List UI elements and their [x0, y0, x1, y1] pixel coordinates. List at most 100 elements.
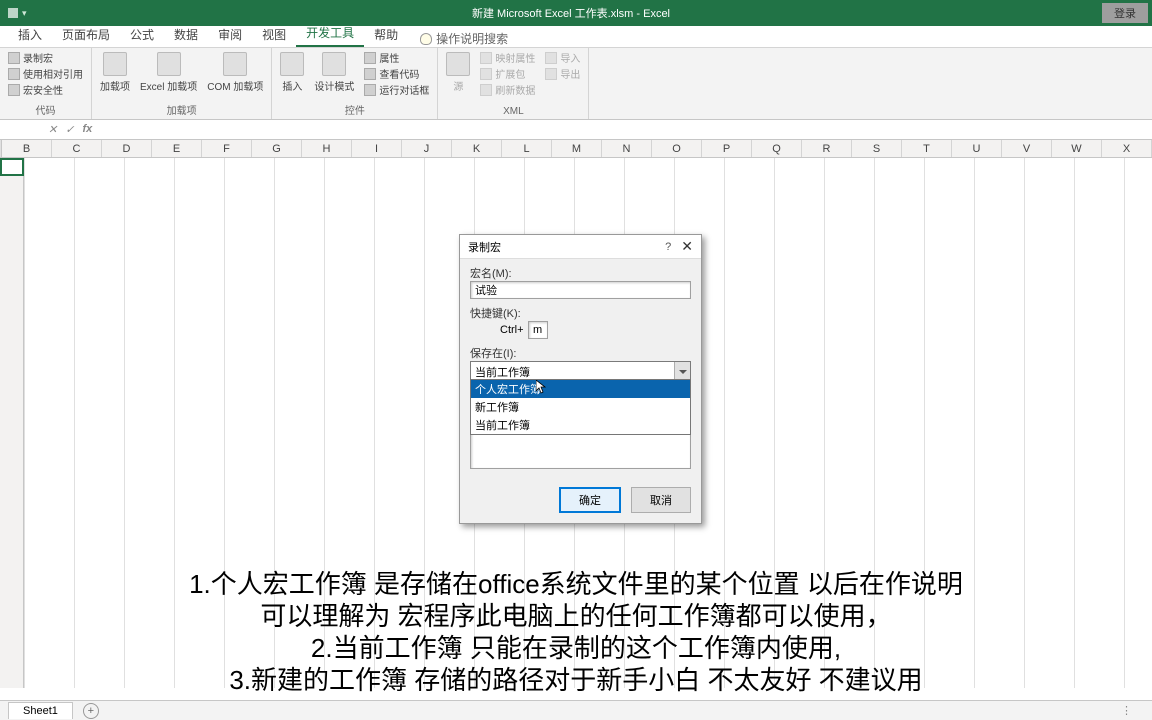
- tab-insert[interactable]: 插入: [8, 22, 52, 47]
- design-mode-button[interactable]: 设计模式: [312, 50, 356, 95]
- column-header[interactable]: D: [102, 140, 152, 157]
- tab-review[interactable]: 审阅: [208, 22, 252, 47]
- tab-developer[interactable]: 开发工具: [296, 20, 364, 47]
- excel-addins-button[interactable]: Excel 加载项: [138, 50, 199, 95]
- column-header[interactable]: Q: [752, 140, 802, 157]
- map-properties-button: 映射属性: [478, 50, 537, 65]
- shortcut-label: 快捷键(K):: [470, 305, 691, 321]
- option-new-workbook[interactable]: 新工作簿: [471, 398, 690, 416]
- formula-bar: ✕ ✓ fx: [0, 120, 1152, 140]
- active-cell[interactable]: [0, 158, 24, 176]
- ribbon-group-controls: 插入 设计模式 属性 查看代码 运行对话框 控件: [272, 48, 438, 119]
- ribbon-group-addins: 加载项 Excel 加载项 COM 加载项 加载项: [92, 48, 272, 119]
- fx-icon[interactable]: fx: [82, 123, 92, 136]
- tab-help[interactable]: 帮助: [364, 22, 408, 47]
- tab-view[interactable]: 视图: [252, 22, 296, 47]
- column-header[interactable]: P: [702, 140, 752, 157]
- ribbon-group-xml: 源 映射属性 扩展包 刷新数据 导入 导出 XML: [438, 48, 589, 119]
- save-icon[interactable]: [8, 8, 18, 18]
- column-header[interactable]: L: [502, 140, 552, 157]
- shortcut-prefix: Ctrl+: [500, 324, 524, 336]
- com-addins-icon: [223, 52, 247, 76]
- column-header[interactable]: U: [952, 140, 1002, 157]
- option-personal-workbook[interactable]: 个人宏工作簿: [471, 380, 690, 398]
- column-header[interactable]: I: [352, 140, 402, 157]
- properties-icon: [364, 52, 376, 64]
- export-button: 导出: [543, 66, 582, 81]
- expand-pack-button[interactable]: 扩展包: [478, 66, 537, 81]
- cancel-button[interactable]: 取消: [631, 487, 691, 513]
- window-title: 新建 Microsoft Excel 工作表.xlsm - Excel: [40, 5, 1102, 21]
- mouse-cursor-icon: [536, 380, 546, 394]
- properties-button[interactable]: 属性: [362, 50, 431, 65]
- annotation-line-2: 可以理解为 宏程序此电脑上的任何工作簿都可以使用，: [0, 600, 1152, 632]
- addins-button[interactable]: 加载项: [98, 50, 132, 95]
- macro-name-input[interactable]: [470, 281, 691, 299]
- import-icon: [545, 52, 557, 64]
- group-label-addins: 加载项: [98, 100, 265, 117]
- column-header[interactable]: W: [1052, 140, 1102, 157]
- column-header[interactable]: C: [52, 140, 102, 157]
- lightbulb-icon: [420, 33, 432, 45]
- tab-formulas[interactable]: 公式: [120, 22, 164, 47]
- export-icon: [545, 68, 557, 80]
- store-in-dropdown: 个人宏工作簿 新工作簿 当前工作簿: [470, 379, 691, 435]
- cancel-formula-icon[interactable]: ✕: [48, 123, 57, 136]
- column-header[interactable]: M: [552, 140, 602, 157]
- column-header[interactable]: K: [452, 140, 502, 157]
- excel-addins-icon: [157, 52, 181, 76]
- refresh-data-icon: [480, 84, 492, 96]
- group-label-controls: 控件: [278, 100, 431, 117]
- column-header[interactable]: S: [852, 140, 902, 157]
- column-header[interactable]: H: [302, 140, 352, 157]
- view-code-button[interactable]: 查看代码: [362, 66, 431, 81]
- relative-ref-icon: [8, 68, 20, 80]
- new-sheet-button[interactable]: +: [83, 703, 99, 719]
- import-button: 导入: [543, 50, 582, 65]
- tab-page-layout[interactable]: 页面布局: [52, 22, 120, 47]
- shortcut-key-input[interactable]: [528, 321, 548, 339]
- column-header[interactable]: N: [602, 140, 652, 157]
- view-code-icon: [364, 68, 376, 80]
- column-header[interactable]: G: [252, 140, 302, 157]
- tell-me-search[interactable]: 操作说明搜索: [420, 30, 508, 47]
- insert-control-button[interactable]: 插入: [278, 50, 306, 95]
- quick-access-toolbar: ▾: [0, 8, 40, 19]
- record-macro-button[interactable]: 录制宏: [6, 50, 85, 65]
- column-header[interactable]: T: [902, 140, 952, 157]
- run-dialog-button[interactable]: 运行对话框: [362, 82, 431, 97]
- annotation-line-1: 1.个人宏工作簿 是存储在office系统文件里的某个位置 以后在作说明: [0, 568, 1152, 600]
- com-addins-button[interactable]: COM 加载项: [205, 50, 265, 95]
- column-header[interactable]: X: [1102, 140, 1152, 157]
- login-button[interactable]: 登录: [1102, 3, 1148, 23]
- annotation-text: 1.个人宏工作簿 是存储在office系统文件里的某个位置 以后在作说明 可以理…: [0, 568, 1152, 696]
- macro-security-button[interactable]: 宏安全性: [6, 82, 85, 97]
- source-button[interactable]: 源: [444, 50, 472, 95]
- macro-name-label: 宏名(M):: [470, 265, 691, 281]
- insert-control-icon: [280, 52, 304, 76]
- column-header[interactable]: V: [1002, 140, 1052, 157]
- column-header[interactable]: J: [402, 140, 452, 157]
- dialog-close-icon[interactable]: ✕: [681, 238, 693, 255]
- use-relative-button[interactable]: 使用相对引用: [6, 66, 85, 81]
- dialog-help-icon[interactable]: ?: [665, 241, 671, 253]
- column-header[interactable]: B: [2, 140, 52, 157]
- sheet-tab[interactable]: Sheet1: [8, 702, 73, 719]
- enter-formula-icon[interactable]: ✓: [65, 123, 74, 136]
- column-header[interactable]: F: [202, 140, 252, 157]
- sheet-tab-bar: Sheet1 + ⋮: [0, 700, 1152, 720]
- record-macro-icon: [8, 52, 20, 64]
- dialog-titlebar[interactable]: 录制宏 ? ✕: [460, 235, 701, 259]
- ribbon-group-code: 录制宏 使用相对引用 宏安全性 代码: [0, 48, 92, 119]
- map-props-icon: [480, 52, 492, 64]
- column-header[interactable]: R: [802, 140, 852, 157]
- option-this-workbook[interactable]: 当前工作簿: [471, 416, 690, 434]
- ok-button[interactable]: 确定: [559, 487, 621, 513]
- column-header[interactable]: O: [652, 140, 702, 157]
- annotation-line-3: 2.当前工作簿 只能在录制的这个工作簿内使用,: [0, 632, 1152, 664]
- column-header[interactable]: E: [152, 140, 202, 157]
- tab-data[interactable]: 数据: [164, 22, 208, 47]
- qat-dropdown-icon[interactable]: ▾: [22, 8, 27, 19]
- refresh-data-button: 刷新数据: [478, 82, 537, 97]
- store-in-combobox[interactable]: 当前工作簿 个人宏工作簿 新工作簿 当前工作簿: [470, 361, 691, 383]
